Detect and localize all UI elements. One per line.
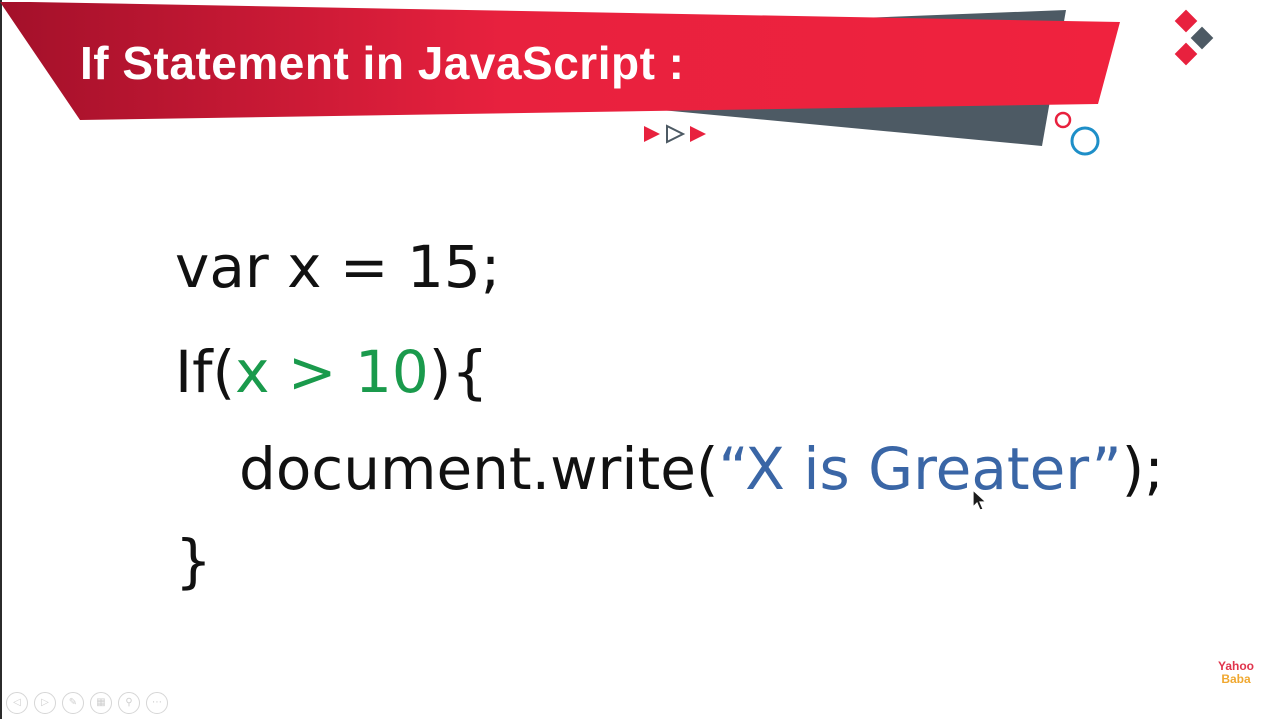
zoom-icon: ⚲: [125, 697, 133, 708]
code-line-write: document.write(“X is Greater”);: [239, 440, 1164, 498]
circles-icon: [1054, 111, 1100, 156]
code-line-close-brace: }: [175, 527, 212, 595]
if-keyword: If(: [175, 338, 236, 406]
slides-icon: ▦: [96, 697, 106, 708]
mouse-cursor-icon: [972, 489, 988, 511]
write-call: document.write(: [239, 435, 719, 503]
pen-icon: ✎: [68, 697, 78, 708]
if-condition: x > 10: [235, 338, 429, 406]
more-icon: ⋯: [152, 697, 162, 708]
if-open-brace: ){: [428, 338, 489, 406]
code-line-if: If(x > 10){: [175, 343, 488, 401]
slides-button[interactable]: ▦: [90, 692, 112, 714]
next-icon: ▷: [41, 697, 49, 708]
previous-icon: ◁: [13, 697, 21, 708]
slide-title: If Statement in JavaScript :: [80, 37, 685, 89]
pen-button[interactable]: ✎: [62, 692, 84, 714]
next-button[interactable]: ▷: [34, 692, 56, 714]
code-line-var: var x = 15;: [175, 233, 501, 301]
yahoo-baba-logo: Yahoo Baba: [1214, 660, 1258, 686]
logo-line-2: Baba: [1221, 672, 1251, 686]
zoom-button[interactable]: ⚲: [118, 692, 140, 714]
diamond-shapes-icon: [1174, 9, 1214, 66]
play-arrows-icon: [644, 124, 706, 144]
slideshow-controls: ◁ ▷ ✎ ▦ ⚲ ⋯: [6, 692, 168, 714]
more-button[interactable]: ⋯: [146, 692, 168, 714]
previous-button[interactable]: ◁: [6, 692, 28, 714]
write-string: “X is Greater”: [718, 435, 1122, 503]
write-close: );: [1121, 435, 1164, 503]
